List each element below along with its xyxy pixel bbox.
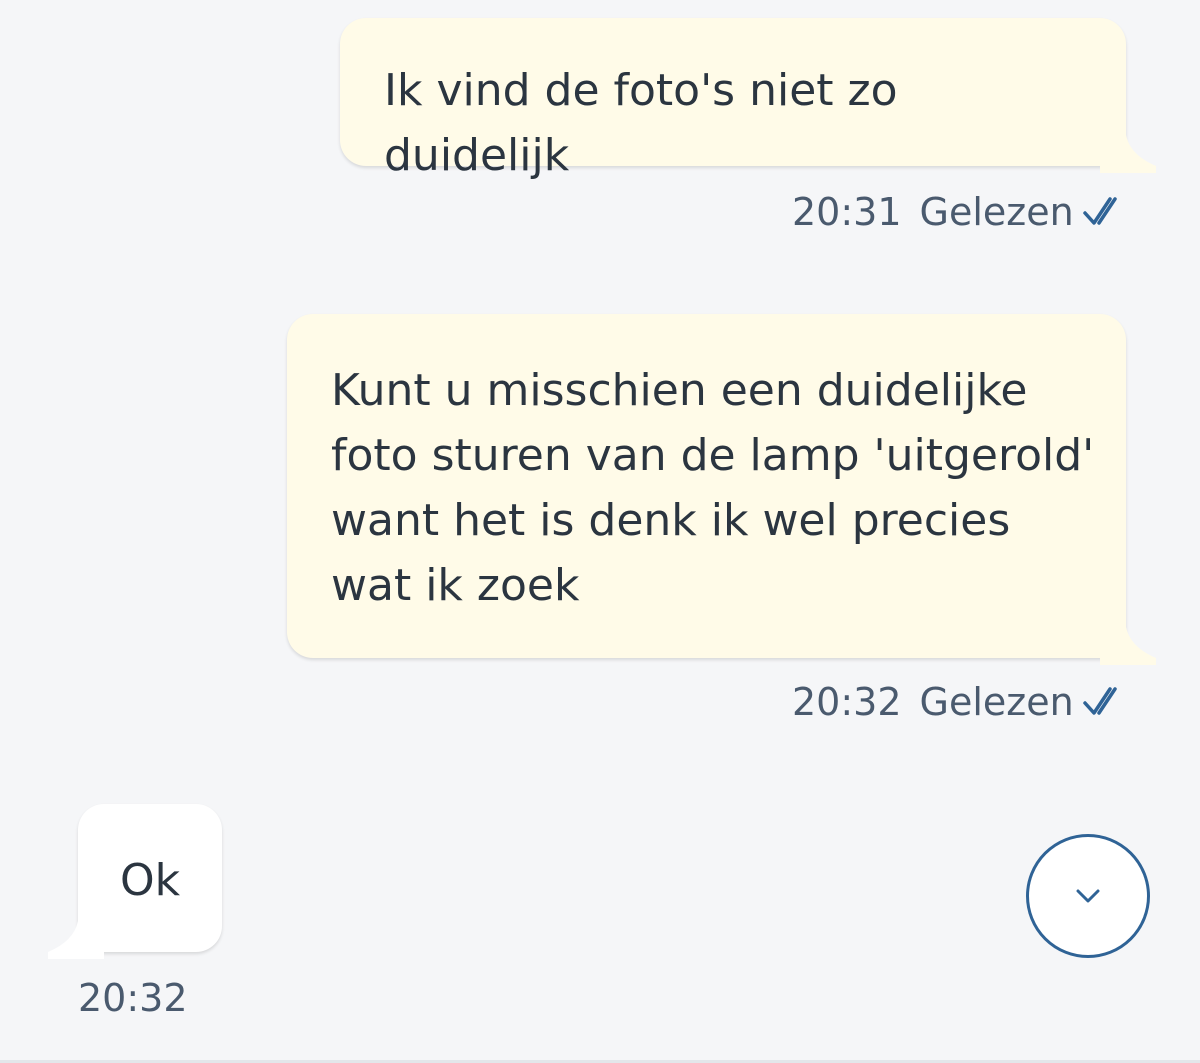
message-status: Gelezen [919,190,1074,234]
scroll-to-bottom-button[interactable] [1026,834,1150,958]
message-time: 20:31 [792,190,902,234]
message-time: 20:32 [792,680,902,724]
message-bubble-outgoing[interactable]: Kunt u misschien een duidelijke foto stu… [287,314,1126,658]
message-meta: 20:32 [78,976,206,1020]
message-text: Ik vind de foto's niet zo duidelijk [384,65,898,181]
double-check-icon [1082,687,1117,715]
bubble-tail [1100,627,1156,665]
message-text: Kunt u misschien een duidelijke foto stu… [331,365,1095,611]
message-status: Gelezen [919,680,1074,724]
chevron-down-icon [1076,889,1100,903]
message-meta: 20:32 Gelezen [792,680,1128,724]
message-bubble-outgoing[interactable]: Ik vind de foto's niet zo duidelijk [340,18,1126,181]
message-meta: 20:31 Gelezen [792,190,1128,234]
bubble-tail [48,921,104,959]
message-time: 20:32 [78,976,188,1020]
bubble-tail [1100,135,1156,173]
chat-conversation: Ik vind de foto's niet zo duidelijk 20:3… [0,0,1200,1063]
message-text: Ok [120,855,181,906]
double-check-icon [1082,197,1117,225]
